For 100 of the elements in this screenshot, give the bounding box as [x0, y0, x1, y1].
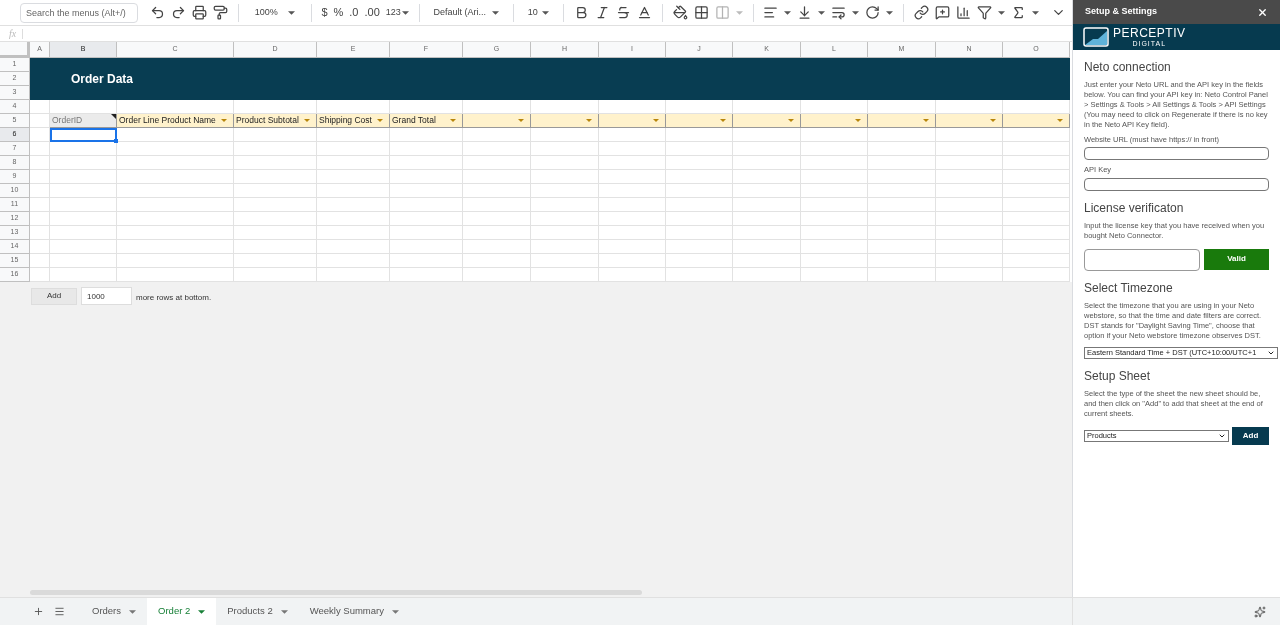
grid-cell[interactable] [30, 128, 50, 142]
grid-cell[interactable] [936, 254, 1003, 268]
grid-cell[interactable] [733, 142, 801, 156]
filter-arrow-icon[interactable] [720, 119, 726, 122]
grid-cell[interactable] [234, 268, 317, 282]
grid-cell[interactable] [666, 198, 733, 212]
grid-cell[interactable] [936, 198, 1003, 212]
grid-cell[interactable] [531, 170, 599, 184]
grid-cell[interactable] [733, 128, 801, 142]
grid-cell[interactable] [117, 128, 234, 142]
grid-cell[interactable] [531, 240, 599, 254]
grid-cell[interactable] [117, 212, 234, 226]
grid-cell[interactable] [117, 240, 234, 254]
grid-cell[interactable] [531, 198, 599, 212]
grid-cell[interactable] [390, 268, 463, 282]
grid-cell[interactable] [317, 240, 390, 254]
grid-cell[interactable] [1003, 240, 1070, 254]
explore-icon[interactable] [1254, 605, 1266, 618]
grid-cell[interactable] [599, 240, 666, 254]
print-icon[interactable] [192, 5, 207, 20]
grid-cell[interactable] [801, 268, 868, 282]
filter-arrow-icon[interactable] [855, 119, 861, 122]
grid-cell[interactable] [936, 156, 1003, 170]
grid-cell[interactable] [801, 128, 868, 142]
strikethrough-icon[interactable] [615, 5, 631, 20]
grid-cell[interactable] [234, 128, 317, 142]
grid-cell[interactable] [117, 226, 234, 240]
grid-cell[interactable] [30, 254, 50, 268]
grid-cell[interactable] [30, 170, 50, 184]
grid-cell[interactable] [868, 142, 936, 156]
filter-arrow-icon[interactable] [304, 119, 310, 122]
grid-cell[interactable] [30, 198, 50, 212]
grid-cell[interactable] [390, 254, 463, 268]
grid-cell[interactable] [801, 198, 868, 212]
grid-cell[interactable] [531, 156, 599, 170]
grid-cell[interactable] [936, 184, 1003, 198]
grid-cell[interactable] [531, 254, 599, 268]
grid-cell[interactable] [1003, 212, 1070, 226]
filter-arrow-icon[interactable] [653, 119, 659, 122]
grid-cell[interactable] [801, 184, 868, 198]
grid-cell[interactable] [1003, 156, 1070, 170]
grid-cell[interactable] [868, 268, 936, 282]
zoom-dropdown[interactable]: 100% [248, 5, 301, 20]
grid-cell[interactable] [30, 268, 50, 282]
grid-cell[interactable] [801, 226, 868, 240]
filter-arrow-icon[interactable] [518, 119, 524, 122]
grid-cell[interactable] [117, 170, 234, 184]
grid-cell[interactable] [390, 240, 463, 254]
select-all-corner[interactable] [0, 42, 30, 58]
comment-icon[interactable] [934, 5, 950, 20]
filter-arrow-icon[interactable] [377, 119, 383, 122]
grid-cell[interactable] [234, 212, 317, 226]
grid-cell[interactable] [868, 170, 936, 184]
grid-cell[interactable] [599, 128, 666, 142]
grid-cell[interactable] [30, 226, 50, 240]
grid-cell[interactable] [463, 268, 531, 282]
grid-cell[interactable] [463, 170, 531, 184]
grid-cell[interactable] [531, 184, 599, 198]
grid-cell[interactable] [390, 156, 463, 170]
grid-cell[interactable] [463, 212, 531, 226]
grid-cell[interactable] [733, 184, 801, 198]
grid-cell[interactable] [1003, 226, 1070, 240]
grid-cell[interactable] [117, 184, 234, 198]
grid-cell[interactable] [801, 240, 868, 254]
grid-cell[interactable] [801, 156, 868, 170]
grid-cell[interactable] [733, 156, 801, 170]
valid-button[interactable]: Valid [1204, 248, 1269, 270]
grid-cell[interactable] [317, 268, 390, 282]
grid-cell[interactable] [531, 212, 599, 226]
grid-cell[interactable] [666, 184, 733, 198]
grid-cell[interactable] [117, 156, 234, 170]
grid-cell[interactable] [599, 226, 666, 240]
grid-cell[interactable] [531, 128, 599, 142]
borders-icon[interactable] [693, 5, 709, 20]
grid-cell[interactable] [234, 240, 317, 254]
grid-cell[interactable] [234, 226, 317, 240]
grid-cell[interactable] [666, 254, 733, 268]
grid-cell[interactable] [234, 184, 317, 198]
grid-cell[interactable] [390, 212, 463, 226]
grid-cell[interactable] [50, 170, 117, 184]
grid-cell[interactable] [390, 226, 463, 240]
grid-cell[interactable] [50, 212, 117, 226]
grid-cell[interactable] [599, 268, 666, 282]
grid-cell[interactable] [30, 184, 50, 198]
grid-cell[interactable] [936, 240, 1003, 254]
grid-cell[interactable] [30, 240, 50, 254]
grid-cell[interactable] [50, 142, 117, 156]
percent-format[interactable]: % [333, 4, 344, 21]
grid-cell[interactable] [390, 184, 463, 198]
text-wrap-icon[interactable] [831, 5, 847, 20]
grid-cell[interactable] [666, 156, 733, 170]
sheet-tab[interactable]: Products 2 [216, 598, 299, 625]
link-icon[interactable] [913, 5, 929, 20]
grid-cell[interactable] [1003, 254, 1070, 268]
grid-cell[interactable] [599, 156, 666, 170]
grid-cell[interactable] [117, 142, 234, 156]
grid-cell[interactable] [936, 268, 1003, 282]
license-key-field[interactable] [1084, 248, 1200, 271]
grid-cell[interactable] [599, 198, 666, 212]
grid-cell[interactable] [531, 142, 599, 156]
